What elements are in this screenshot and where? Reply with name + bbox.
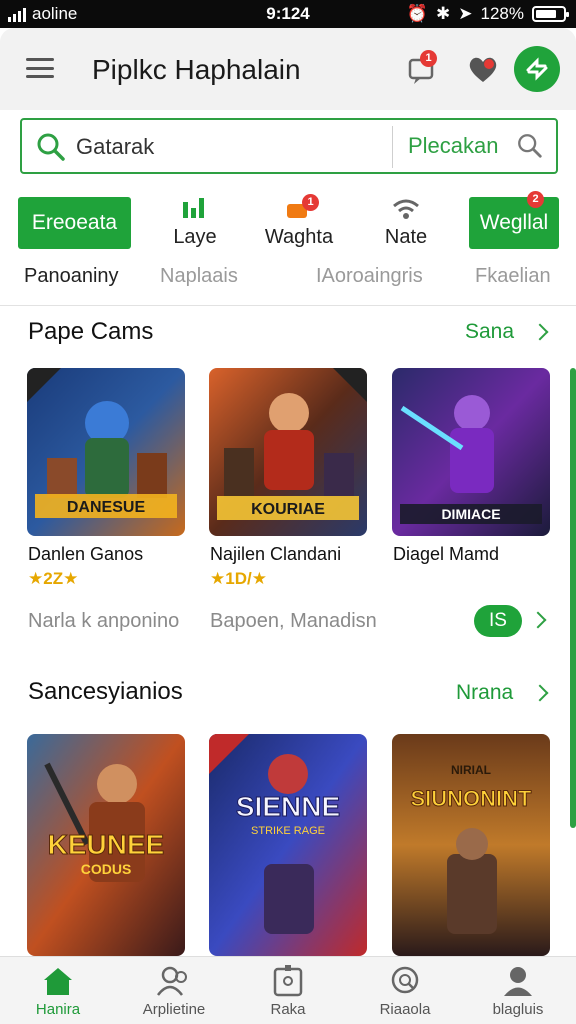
sub-tab-0[interactable]: Panoaniny	[24, 265, 119, 288]
nav-item-profile[interactable]: blagluis	[468, 965, 568, 1018]
game-card-0[interactable]: DANESUE	[27, 368, 185, 536]
game-name: Danlen Ganos	[28, 544, 144, 564]
game-card-2[interactable]: DIMIACE	[392, 368, 550, 536]
game-card-4[interactable]: SIENNE STRIKE RAGE	[209, 734, 367, 956]
see-more-link[interactable]: Nrana	[456, 681, 513, 705]
game-card-1[interactable]: KOURIAE	[209, 368, 367, 536]
chart-icon	[183, 198, 204, 218]
search-box: Plecakan	[20, 118, 558, 174]
search-divider	[392, 126, 393, 168]
profile-icon	[504, 967, 532, 996]
menu-icon[interactable]	[26, 58, 54, 78]
nav-label: Raka	[270, 1001, 306, 1018]
search-icon	[37, 133, 65, 161]
see-more-link[interactable]: Sana	[465, 320, 514, 344]
nav-item-explore[interactable]: Riaaola	[355, 965, 455, 1018]
cover-subtitle: NIRIAL	[451, 763, 491, 777]
game-rating: ★2Z★	[28, 569, 79, 588]
cover-subtitle: STRIKE RAGE	[251, 825, 325, 837]
cover-title: KEUNEE	[48, 829, 165, 860]
nav-item-players[interactable]: Arplietine	[124, 965, 224, 1018]
sub-tab-3[interactable]: Fkaelian	[475, 265, 551, 288]
category-item-3[interactable]: Nate	[361, 196, 451, 249]
cover-title: SIUNONINT	[411, 786, 533, 811]
nav-label: blagluis	[492, 1001, 544, 1018]
scrollbar[interactable]	[570, 368, 576, 828]
section-title-recommended: Sancesyianios	[28, 678, 183, 705]
game-card-5[interactable]: NIRIAL SIUNONINT	[392, 734, 550, 956]
category-item-2[interactable]: 1 Waghta	[254, 194, 344, 249]
alarm-icon: ⏰	[406, 4, 429, 23]
nav-item-home[interactable]: Hanira	[8, 965, 108, 1018]
nav-label: Arplietine	[142, 1001, 206, 1018]
category-label: Wegllal	[479, 211, 549, 234]
chevron-right-icon[interactable]	[529, 611, 547, 629]
section-title-popular: Pape Cams	[28, 318, 154, 345]
category-button-4[interactable]: Wegllal 2	[469, 191, 559, 249]
message-icon[interactable]: 1	[406, 50, 440, 86]
cover-title: KOURIAE	[251, 501, 325, 518]
message-badge: 1	[420, 50, 437, 67]
chevron-right-icon[interactable]	[531, 684, 549, 702]
search-submit-icon[interactable]	[516, 132, 544, 160]
chevron-right-icon[interactable]	[531, 323, 549, 341]
search-input[interactable]	[76, 132, 396, 162]
battery-icon	[532, 6, 569, 22]
category-badge: 1	[302, 194, 319, 211]
app-header: Piplkc Haphalain 1	[0, 28, 576, 110]
refresh-icon	[526, 57, 548, 81]
battery-percent: 128%	[480, 4, 524, 23]
gift-icon	[273, 965, 303, 997]
category-label: Nate	[384, 226, 428, 248]
nav-label: Riaaola	[379, 1001, 431, 1018]
status-bar: aoline 9:124 ⏰ ✱ ➤ 128%	[0, 0, 576, 28]
divider	[0, 305, 576, 306]
search-circle-icon	[391, 966, 419, 994]
home-icon	[44, 968, 72, 995]
category-button-0[interactable]: Ereoeata	[18, 197, 131, 249]
developer-text: Bapoen, Manadisn	[210, 610, 377, 632]
category-label: Laye	[173, 226, 217, 248]
share-button[interactable]	[514, 46, 560, 92]
app-title: Piplkc Haphalain	[92, 54, 301, 85]
heart-icon[interactable]	[466, 52, 500, 86]
search-action-button[interactable]: Plecakan	[408, 133, 499, 159]
wifi-icon	[393, 199, 419, 219]
location-icon: ➤	[458, 4, 473, 23]
people-icon	[157, 966, 187, 996]
category-item-1[interactable]: Laye	[150, 196, 240, 249]
category-badge: 2	[527, 191, 544, 208]
game-card-3[interactable]: KEUNEE CODUS	[27, 734, 185, 956]
nav-item-rewards[interactable]: Raka	[238, 965, 338, 1018]
sub-tab-2[interactable]: IAoroaingris	[316, 265, 423, 288]
developer-text: Narla k anponino	[28, 610, 180, 632]
bottom-nav: Hanira Arplietine Raka Riaaola blagluis	[0, 956, 576, 1024]
cover-subtitle: CODUS	[81, 861, 132, 877]
sub-tab-1[interactable]: Naplaais	[160, 265, 238, 288]
cover-title: DANESUE	[67, 499, 146, 516]
status-pill[interactable]: IS	[474, 605, 522, 637]
game-rating: ★1D/★	[210, 569, 267, 588]
cover-title: SIENNE	[236, 791, 340, 822]
nav-label: Hanira	[35, 1001, 81, 1018]
bluetooth-icon: ✱	[436, 4, 451, 23]
cover-title: DIMIACE	[441, 506, 500, 522]
category-label: Waghta	[264, 226, 334, 248]
game-name: Najilen Clandani	[210, 544, 342, 564]
game-name: Diagel Mamd	[393, 544, 500, 564]
